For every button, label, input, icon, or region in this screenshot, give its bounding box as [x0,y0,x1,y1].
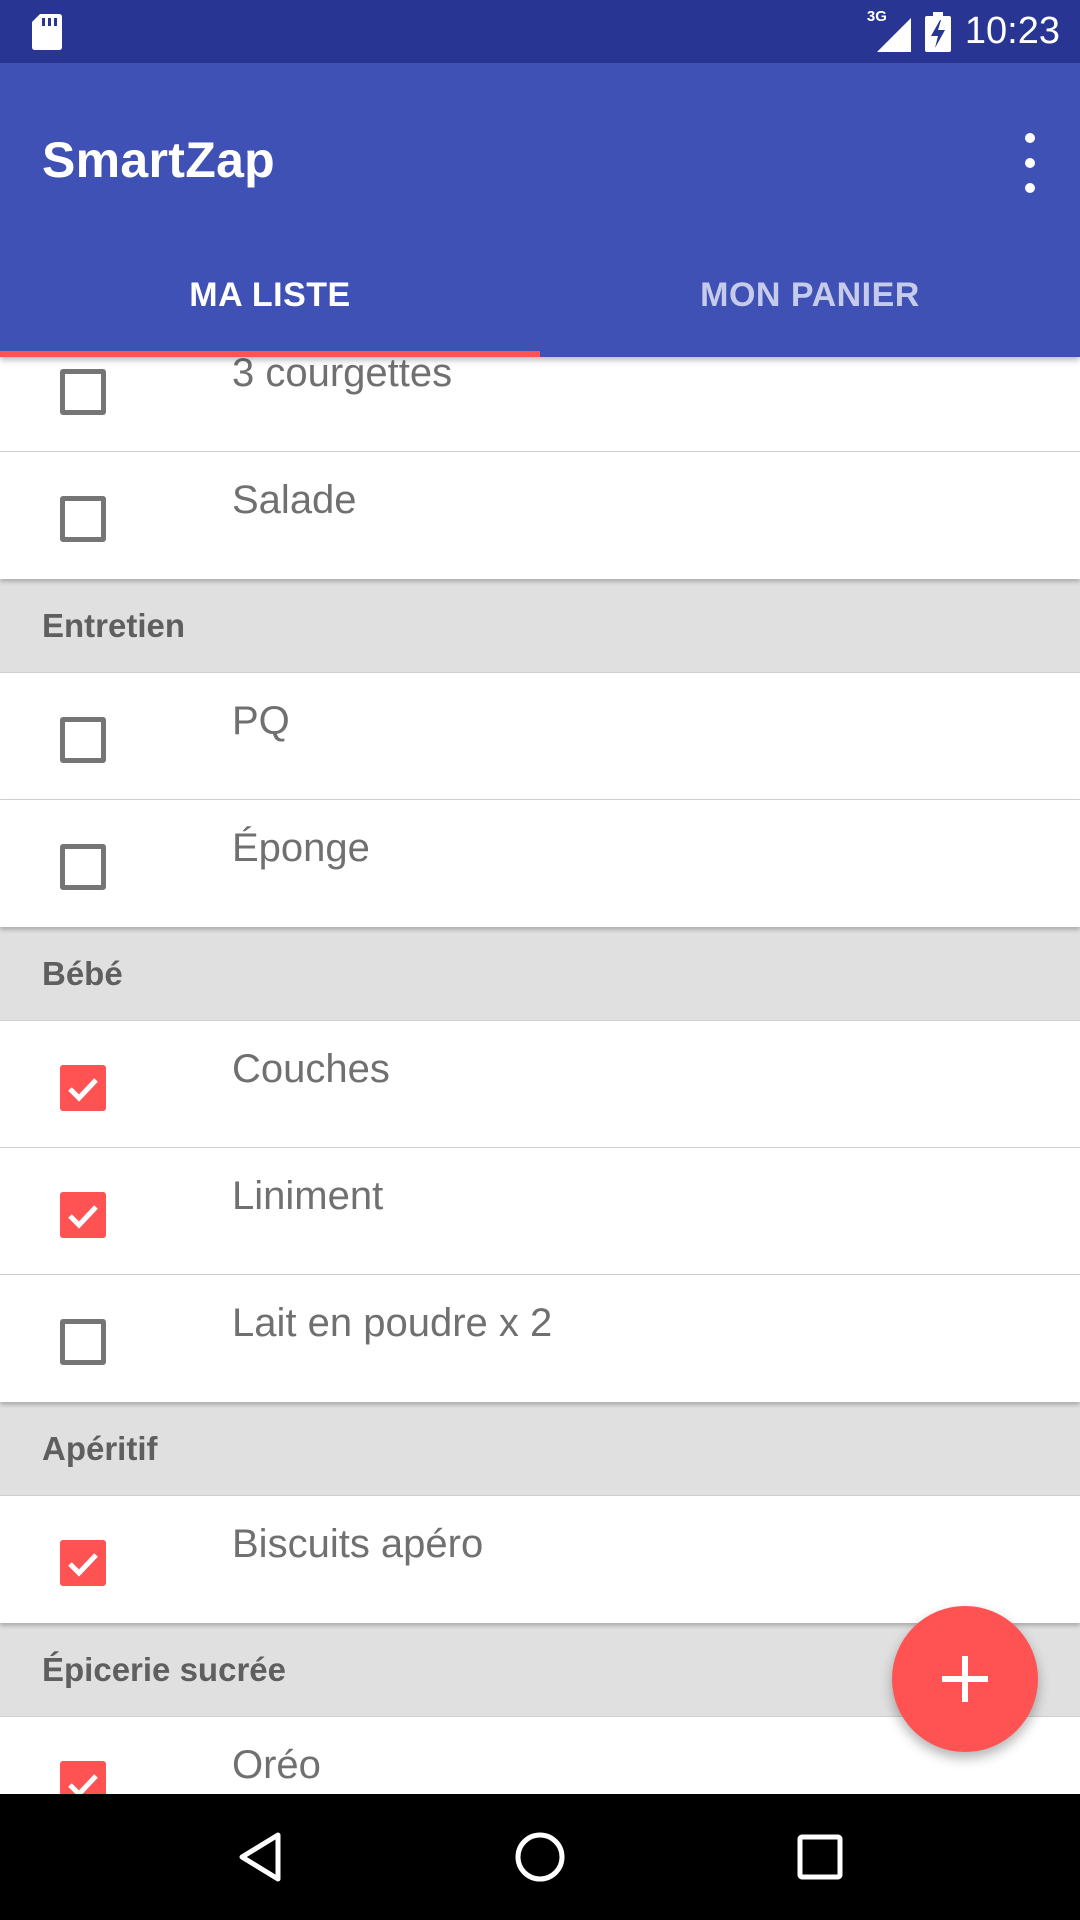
tab-ma-liste[interactable]: MA LISTE [0,233,540,357]
item-checkbox[interactable] [60,1065,106,1111]
section-header: Bébé [0,927,1080,1021]
section-title: Apéritif [42,1430,158,1467]
more-vert-icon [1025,133,1035,143]
list-item[interactable]: PQ [0,673,1080,800]
tab-indicator [0,351,540,357]
section-header: Entretien [0,579,1080,673]
item-label: Couches [232,1047,390,1091]
section-title: Bébé [42,955,123,992]
navigation-bar [0,1794,1080,1920]
back-triangle-icon [239,1832,281,1882]
item-checkbox[interactable] [60,717,106,763]
item-checkbox[interactable] [60,496,106,542]
app-title: SmartZap [42,132,276,188]
list-item[interactable]: Lait en poudre x 2 [0,1275,1080,1402]
item-checkbox[interactable] [60,1540,106,1586]
shopping-list-content: 3 courgettes Salade Entretien PQ Éponge … [0,357,1080,1794]
item-label: Lait en poudre x 2 [232,1301,553,1345]
check-icon [68,1205,98,1229]
list-item[interactable]: Couches [0,1021,1080,1148]
tab-mon-panier[interactable]: MON PANIER [540,233,1080,357]
app-bar: SmartZap MA LISTE MON PANIER [0,63,1080,357]
add-item-button[interactable] [892,1606,1038,1752]
overflow-menu-button[interactable] [1016,133,1044,193]
sd-card-icon [32,14,62,50]
list-item[interactable]: Liniment [0,1148,1080,1275]
tab-bar: MA LISTE MON PANIER [0,233,1080,357]
list-item[interactable]: Biscuits apéro [0,1496,1080,1623]
item-checkbox[interactable] [60,1319,106,1365]
check-icon [68,1078,98,1102]
item-label: Oréo [232,1743,321,1787]
check-icon [68,1774,98,1794]
status-bar: 3G 10:23 [0,0,1080,63]
tab-label: MON PANIER [700,275,920,314]
item-label: Salade [232,478,357,522]
section-title: Épicerie sucrée [42,1651,286,1688]
home-circle-icon [515,1832,565,1882]
signal-indicator: 3G [867,8,911,52]
list-item[interactable]: Éponge [0,800,1080,927]
section-title: Entretien [42,607,186,644]
item-checkbox[interactable] [60,844,106,890]
item-checkbox[interactable] [60,369,106,415]
list-item[interactable]: 3 courgettes [0,357,1080,452]
item-label: Biscuits apéro [232,1522,484,1566]
item-label: PQ [232,699,290,743]
item-label: Liniment [232,1174,384,1218]
check-icon [68,1553,98,1577]
more-vert-icon-dot [1025,183,1035,193]
item-checkbox[interactable] [60,1192,106,1238]
status-time: 10:23 [964,10,1060,52]
battery-charging-icon [924,11,951,52]
section-header: Apéritif [0,1402,1080,1496]
back-button[interactable] [220,1817,300,1897]
list-item[interactable]: Salade [0,452,1080,579]
recents-square-icon [797,1834,843,1880]
tab-label: MA LISTE [189,275,351,314]
more-vert-icon-dot [1025,158,1035,168]
signal-icon [876,17,911,52]
item-checkbox[interactable] [60,1761,106,1794]
recents-button[interactable] [780,1817,860,1897]
home-button[interactable] [500,1817,580,1897]
item-label: Éponge [232,826,370,870]
item-label: 3 courgettes [232,357,453,395]
plus-icon [942,1656,988,1702]
shopping-list[interactable]: 3 courgettes Salade Entretien PQ Éponge … [0,357,1080,1794]
